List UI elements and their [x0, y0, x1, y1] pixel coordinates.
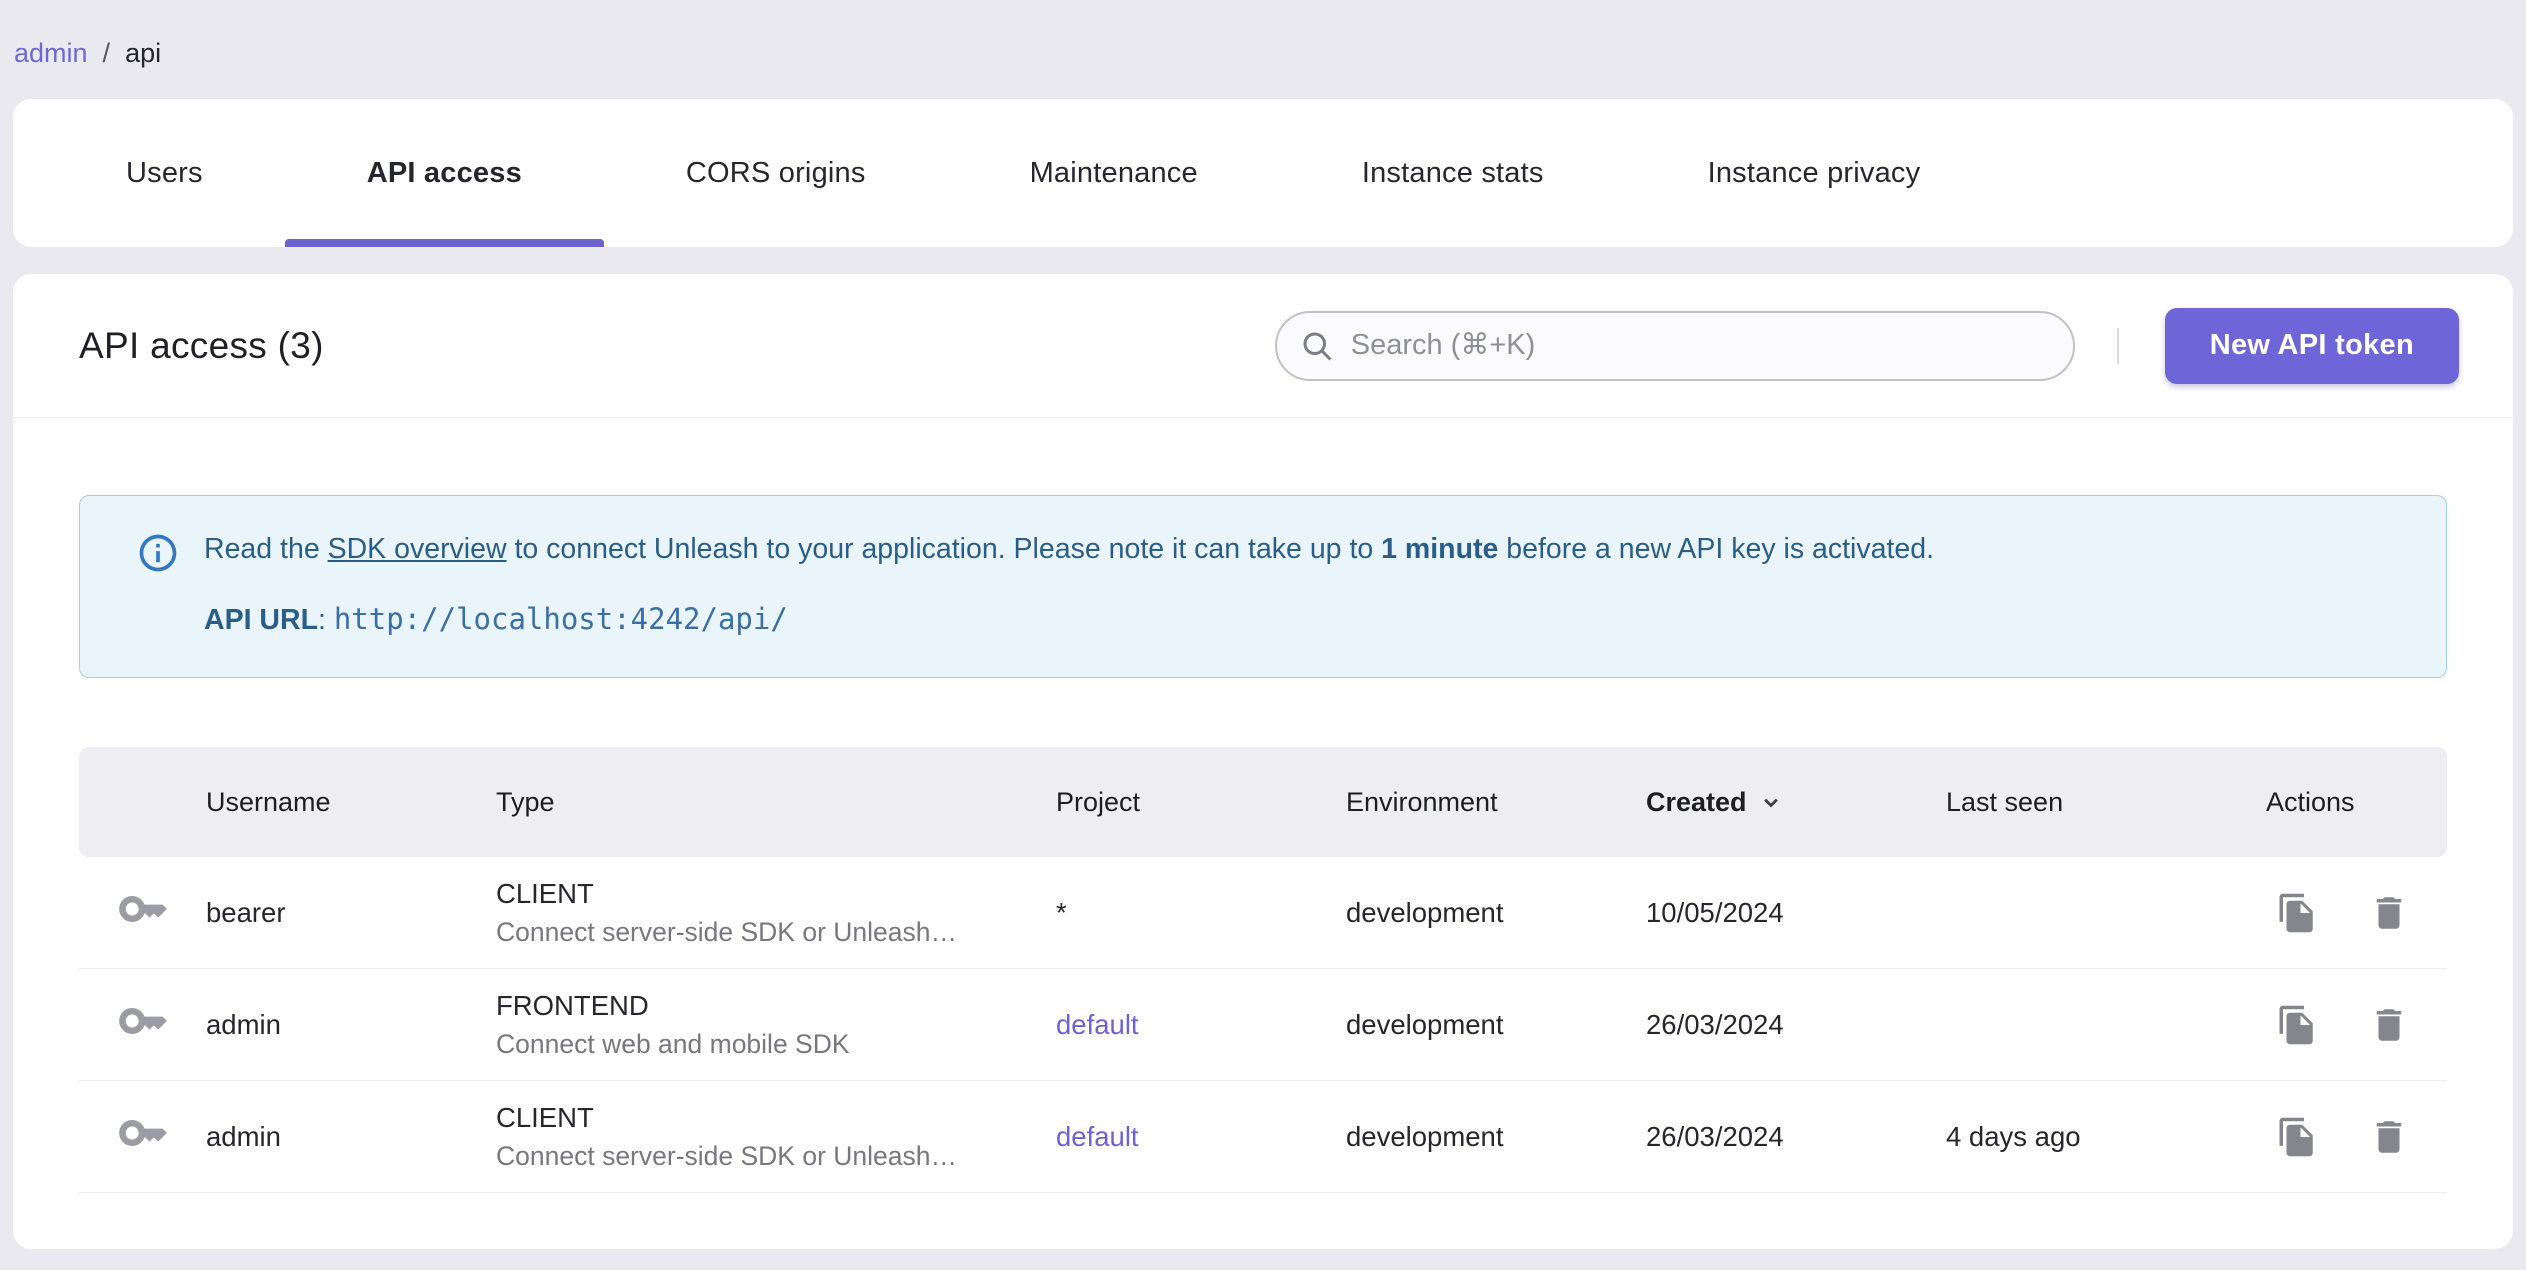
copy-token-button[interactable]	[2266, 882, 2328, 944]
tab-cors-origins[interactable]: CORS origins	[604, 99, 948, 247]
sort-desc-chevron-icon	[1763, 798, 1778, 808]
delete-token-button[interactable]	[2358, 1106, 2420, 1168]
key-icon	[117, 1107, 169, 1166]
copy-icon	[2279, 1117, 2313, 1156]
api-tokens-table: Username Type Project Environment Create…	[79, 747, 2447, 1193]
table-header-row: Username Type Project Environment Create…	[79, 747, 2447, 857]
api-token-row: admin FRONTEND Connect web and mobile SD…	[79, 969, 2447, 1081]
token-username: admin	[206, 1008, 281, 1040]
tab-users[interactable]: Users	[44, 99, 285, 247]
banner-api-url-line: API URL: http://localhost:4242/api/	[204, 602, 788, 636]
breadcrumb: admin / api	[0, 0, 2526, 99]
header-actions: New API token	[1274, 307, 2459, 384]
search-input[interactable]	[1348, 328, 2061, 363]
token-type: CLIENT	[496, 1101, 594, 1133]
trash-icon	[2376, 896, 2402, 929]
new-api-token-button[interactable]: New API token	[2164, 307, 2459, 384]
token-project[interactable]: default	[1056, 1009, 1346, 1041]
api-url-label: API URL	[204, 604, 318, 636]
search-icon	[1303, 332, 1332, 361]
api-token-row: admin CLIENT Connect server-side SDK or …	[79, 1081, 2447, 1193]
trash-icon	[2376, 1120, 2402, 1153]
column-header-username[interactable]: Username	[206, 787, 496, 818]
token-project: *	[1056, 896, 1067, 928]
column-header-project[interactable]: Project	[1056, 787, 1346, 818]
info-icon	[139, 534, 177, 572]
token-created-date: 26/03/2024	[1646, 1008, 1784, 1040]
info-banner: Read the SDK overview to connect Unleash…	[79, 495, 2447, 678]
search-box	[1274, 310, 2075, 381]
sdk-overview-link[interactable]: SDK overview	[328, 533, 507, 565]
token-type-description: Connect server-side SDK or Unleash…	[496, 916, 957, 947]
copy-icon	[2279, 1005, 2313, 1044]
banner-line-1: Read the SDK overview to connect Unleash…	[204, 533, 1934, 565]
column-header-environment[interactable]: Environment	[1346, 787, 1646, 818]
delete-token-button[interactable]	[2358, 994, 2420, 1056]
token-username: admin	[206, 1120, 281, 1152]
column-header-last-seen[interactable]: Last seen	[1946, 787, 2266, 818]
token-created-date: 26/03/2024	[1646, 1120, 1784, 1152]
column-header-created[interactable]: Created	[1646, 787, 1946, 818]
breadcrumb-link-admin[interactable]: admin	[14, 38, 88, 69]
api-token-row: bearer CLIENT Connect server-side SDK or…	[79, 857, 2447, 969]
column-header-actions: Actions	[2266, 786, 2355, 817]
copy-token-button[interactable]	[2266, 994, 2328, 1056]
token-username: bearer	[206, 896, 286, 928]
token-type: FRONTEND	[496, 989, 649, 1021]
tab-instance-stats[interactable]: Instance stats	[1280, 99, 1626, 247]
token-project[interactable]: default	[1056, 1121, 1346, 1153]
api-url-value: http://localhost:4242/api/	[333, 602, 788, 636]
table-body: bearer CLIENT Connect server-side SDK or…	[79, 857, 2447, 1193]
token-environment: development	[1346, 896, 1504, 928]
card-body: Read the SDK overview to connect Unleash…	[13, 418, 2513, 1249]
column-header-type[interactable]: Type	[496, 787, 1056, 818]
delete-token-button[interactable]	[2358, 882, 2420, 944]
page-title: API access (3)	[79, 324, 324, 366]
copy-token-button[interactable]	[2266, 1106, 2328, 1168]
token-environment: development	[1346, 1120, 1504, 1152]
api-access-card: API access (3) New API token Read the SD…	[13, 274, 2513, 1249]
breadcrumb-current: api	[125, 38, 162, 68]
card-header: API access (3) New API token	[13, 274, 2513, 417]
token-type-description: Connect web and mobile SDK	[496, 1028, 850, 1059]
trash-icon	[2376, 1008, 2402, 1041]
token-type: CLIENT	[496, 877, 594, 909]
tab-api-access[interactable]: API access	[284, 99, 605, 247]
key-icon	[117, 883, 169, 942]
token-type-description: Connect server-side SDK or Unleash…	[496, 1140, 957, 1171]
token-created-date: 10/05/2024	[1646, 896, 1784, 928]
token-last-seen: 4 days ago	[1946, 1120, 2081, 1152]
key-icon	[117, 995, 169, 1054]
copy-icon	[2279, 893, 2313, 932]
token-environment: development	[1346, 1008, 1504, 1040]
admin-tabs-bar: Users API access CORS origins Maintenanc…	[13, 99, 2513, 247]
tab-maintenance[interactable]: Maintenance	[948, 99, 1280, 247]
vertical-divider	[2116, 327, 2119, 364]
banner-text: Read the SDK overview to connect Unleash…	[204, 528, 1934, 641]
breadcrumb-separator: /	[102, 38, 111, 68]
tab-instance-privacy[interactable]: Instance privacy	[1626, 99, 2003, 247]
